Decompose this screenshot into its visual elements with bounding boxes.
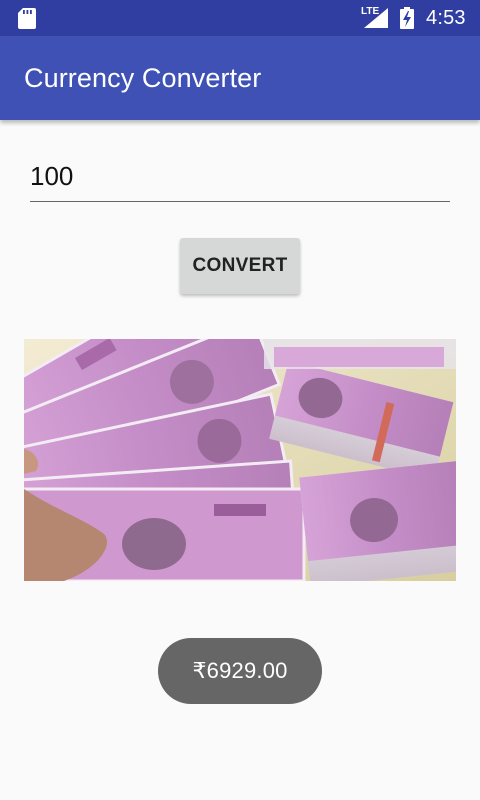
toast-message: ₹6929.00 <box>192 658 288 683</box>
app-title: Currency Converter <box>24 63 262 93</box>
battery-charging-icon <box>400 7 414 29</box>
sd-card-icon <box>18 8 36 29</box>
banknotes-illustration <box>24 339 456 581</box>
signal-icon <box>364 8 388 28</box>
app-bar: Currency Converter <box>0 36 480 120</box>
result-toast: ₹6929.00 <box>158 638 322 704</box>
convert-button[interactable]: CONVERT <box>180 238 300 294</box>
status-time: 4:53 <box>426 7 466 29</box>
amount-input[interactable] <box>30 158 450 202</box>
money-image <box>24 339 456 581</box>
status-bar: LTE 4:53 <box>0 0 480 36</box>
